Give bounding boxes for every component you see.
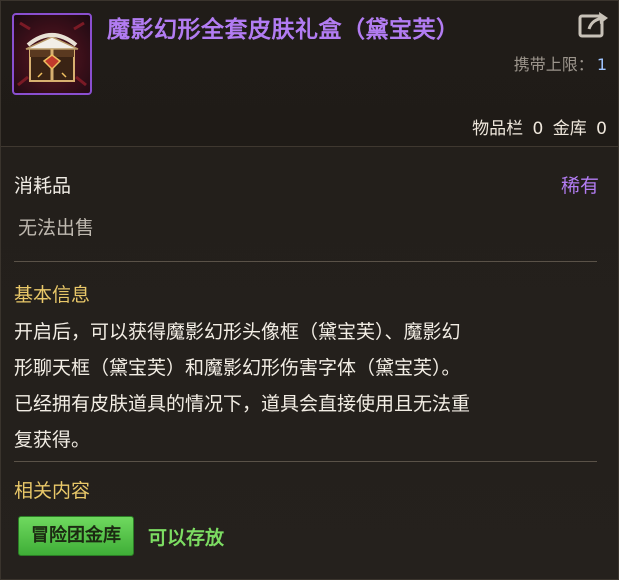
storable-status: 可以存放 (148, 527, 225, 549)
item-name: 魔影幻形全套皮肤礼盒（黛宝芙） (107, 17, 460, 43)
inventory-label: 物品栏 (472, 119, 524, 139)
item-header: 魔影幻形全套皮肤礼盒（黛宝芙） 携带上限： 1 物品栏 0 金库 0 (1, 1, 618, 147)
storage-counts: 物品栏 0 金库 0 (468, 114, 607, 139)
divider (14, 461, 597, 462)
related-content-title: 相关内容 (14, 480, 91, 502)
divider (14, 261, 597, 262)
item-description: 开启后，可以获得魔影幻形头像框（黛宝芙）、魔影幻 形聊天框（黛宝芙）和魔影幻形伤… (14, 314, 599, 458)
item-type-section: 消耗品 稀有 无法出售 (1, 149, 618, 259)
carry-limit: 携带上限： 1 (514, 51, 607, 75)
adventure-vault-tag[interactable]: 冒险团金库 (18, 516, 134, 556)
inventory-count: 0 (532, 119, 544, 139)
vault-label: 金库 (552, 119, 587, 139)
rarity-label: 稀有 (560, 175, 599, 197)
sell-status: 无法出售 (18, 217, 95, 239)
share-icon[interactable] (577, 10, 611, 40)
vault-count: 0 (596, 119, 607, 139)
item-tooltip: 魔影幻形全套皮肤礼盒（黛宝芙） 携带上限： 1 物品栏 0 金库 0 消耗品 稀有… (0, 0, 619, 580)
description-line: 形聊天框（黛宝芙）和魔影幻形伤害字体（黛宝芙）。 (14, 357, 461, 379)
item-type: 消耗品 (14, 175, 72, 197)
description-line: 开启后，可以获得魔影幻形头像框（黛宝芙）、魔影幻 (14, 321, 461, 343)
carry-limit-label: 携带上限： (513, 55, 594, 74)
carry-limit-value: 1 (596, 55, 607, 74)
description-line: 已经拥有皮肤道具的情况下，道具会直接使用且无法重 (14, 393, 471, 415)
basic-info-title: 基本信息 (14, 284, 91, 306)
gift-box-icon[interactable] (12, 13, 92, 95)
description-line: 复获得。 (14, 429, 91, 451)
